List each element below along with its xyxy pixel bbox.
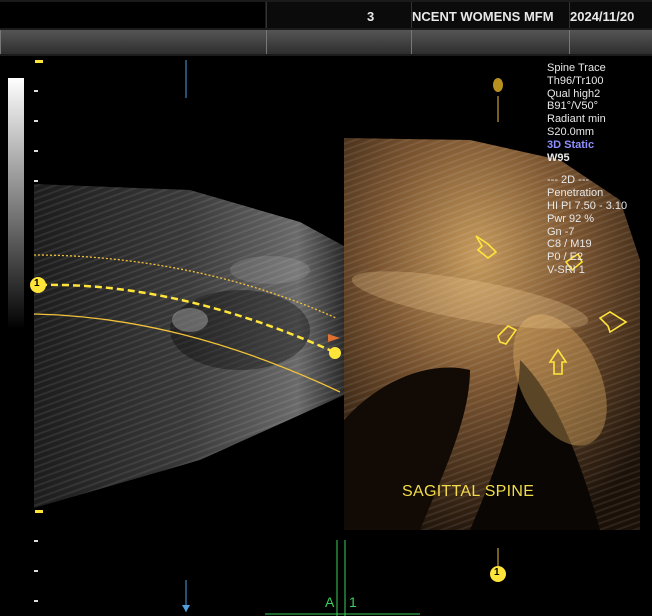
info-line: Radiant min (547, 113, 606, 126)
left-marker-label: 1 (34, 278, 40, 289)
info-line: --- 2D --- (547, 174, 590, 187)
info-line: Penetration (547, 187, 604, 200)
info-line: C8 / M19 (547, 238, 592, 251)
plane-index-label: 1 (349, 594, 357, 610)
plane-marker-top-icon (493, 78, 503, 92)
info-line: S20.0mm (547, 125, 595, 138)
info-line: Gn -7 (547, 225, 575, 238)
info-line: Th96/Tr100 (547, 74, 604, 87)
view-label: SAGITTAL SPINE (402, 483, 535, 500)
settings-info-panel: Spine Trace Th96/Tr100 Qual high2 B91°/V… (547, 62, 627, 277)
plane-a-label: A (325, 594, 335, 610)
window-label: W95 (547, 151, 570, 164)
orientation-arrow-icon (182, 605, 190, 612)
mode-3d-label: 3D Static (547, 138, 595, 151)
info-line: V-SRI 1 (547, 263, 585, 276)
info-line: Pwr 92 % (547, 212, 595, 225)
info-line: Qual high2 (547, 87, 601, 100)
info-line: Spine Trace (547, 62, 606, 74)
info-line: B91°/V50° (547, 100, 598, 113)
info-line: HI PI 7.50 - 3.10 (547, 199, 628, 212)
info-line: P0 / E2 (547, 251, 584, 264)
grayscale-2d-image (34, 184, 344, 508)
trace-endpoint-icon (329, 347, 341, 359)
bottom-marker-label: 1 (494, 567, 500, 578)
